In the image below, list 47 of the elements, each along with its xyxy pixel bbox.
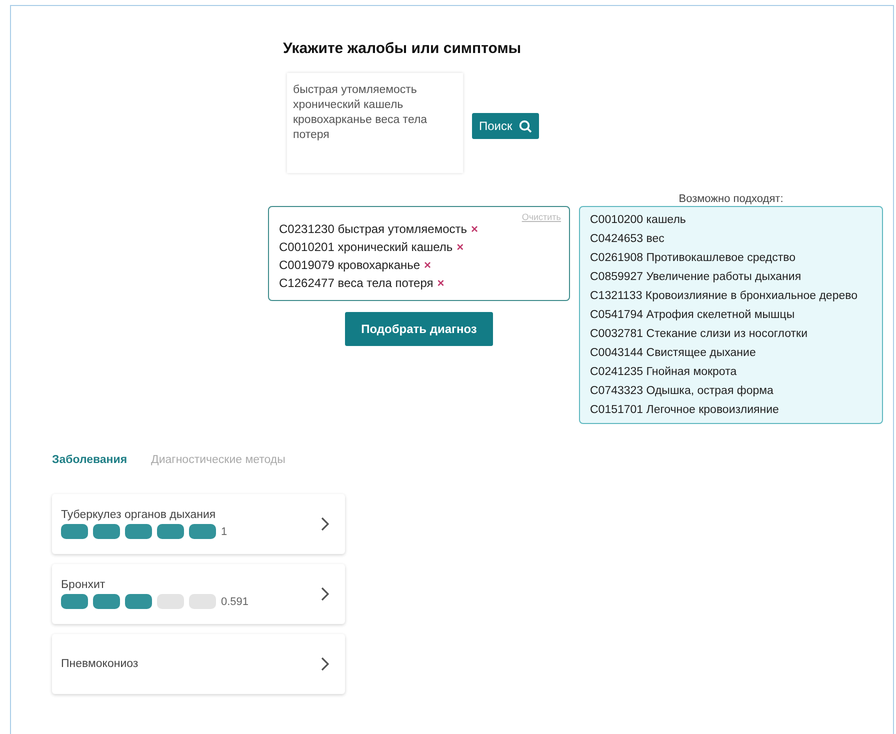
disease-card[interactable]: Бронхит 0.591 (52, 564, 345, 624)
remove-button[interactable]: × (437, 276, 444, 290)
remove-button[interactable]: × (456, 240, 464, 254)
diagnose-button[interactable]: Подобрать диагноз (345, 312, 493, 346)
chevron-icon (321, 657, 329, 671)
suggestion-item[interactable]: C0032781 Стекание слизи из носоглотки (590, 327, 874, 341)
symptoms-field[interactable]: быстрая утомляемость хронический кашель кровохарканье веса тела потеря (287, 73, 463, 173)
remove-button[interactable]: × (471, 222, 478, 236)
suggestion-item[interactable]: C0261908 Противокашлевое средство (590, 251, 874, 265)
search-icon (519, 120, 532, 132)
score-segment (189, 594, 216, 609)
disease-name: Бронхит (61, 579, 106, 591)
suggestion-item[interactable]: C1321133 Кровоизлияние в бронхиальное дерево (590, 289, 874, 303)
page-heading: Укажите жалобы или симптомы (283, 40, 522, 57)
score-segment (61, 524, 88, 539)
chevron-icon (321, 587, 329, 601)
score-segment (125, 594, 152, 609)
suggestion-item[interactable]: C0043144 Свистящее дыхание (590, 346, 874, 360)
symptom-text: C1262477 веса тела потеря (279, 276, 434, 290)
score-value: 0.591 (221, 596, 249, 608)
score-segment (189, 524, 216, 539)
suggestion-item[interactable]: C0859927 Увеличение работы дыхания (590, 270, 874, 284)
symptom-text: C0231230 быстрая утомляемость (279, 222, 468, 236)
score-segment (61, 594, 88, 609)
score-segment (125, 524, 152, 539)
score-segment (157, 594, 184, 609)
disease-card[interactable]: Пневмокониоз (52, 634, 345, 694)
disease-name: Туберкулез органов дыхания (61, 509, 217, 521)
tab[interactable]: Заболевания (52, 454, 128, 466)
suggestions-label: Возможно подходят: (678, 193, 784, 205)
suggestion-item[interactable]: C0241235 Гнойная мокрота (590, 365, 874, 379)
suggestion-item[interactable]: C0010200 кашель (590, 213, 874, 227)
score-value: 1 (221, 526, 228, 538)
disease-card[interactable]: Туберкулез органов дыхания 1 (52, 494, 345, 554)
disease-name: Пневмокониоз (61, 658, 138, 670)
suggestion-item[interactable]: C0743323 Одышка, острая форма (590, 384, 874, 398)
score-segment (93, 594, 120, 609)
symptom-text: C0019079 кровохарканье (279, 258, 420, 272)
remove-button[interactable]: × (424, 258, 432, 272)
search-button[interactable]: Поиск (472, 113, 540, 139)
score-segment (93, 524, 120, 539)
chevron-icon (321, 517, 329, 531)
suggestion-item[interactable]: C0424653 вес (590, 232, 874, 246)
score-segment (157, 524, 184, 539)
symptom-text: C0010201 хронический кашель (279, 240, 453, 254)
suggestion-item[interactable]: C0151701 Легочное кровоизлияние (590, 403, 874, 417)
suggestion-item[interactable]: C0541794 Атрофия скелетной мышцы (590, 308, 874, 322)
